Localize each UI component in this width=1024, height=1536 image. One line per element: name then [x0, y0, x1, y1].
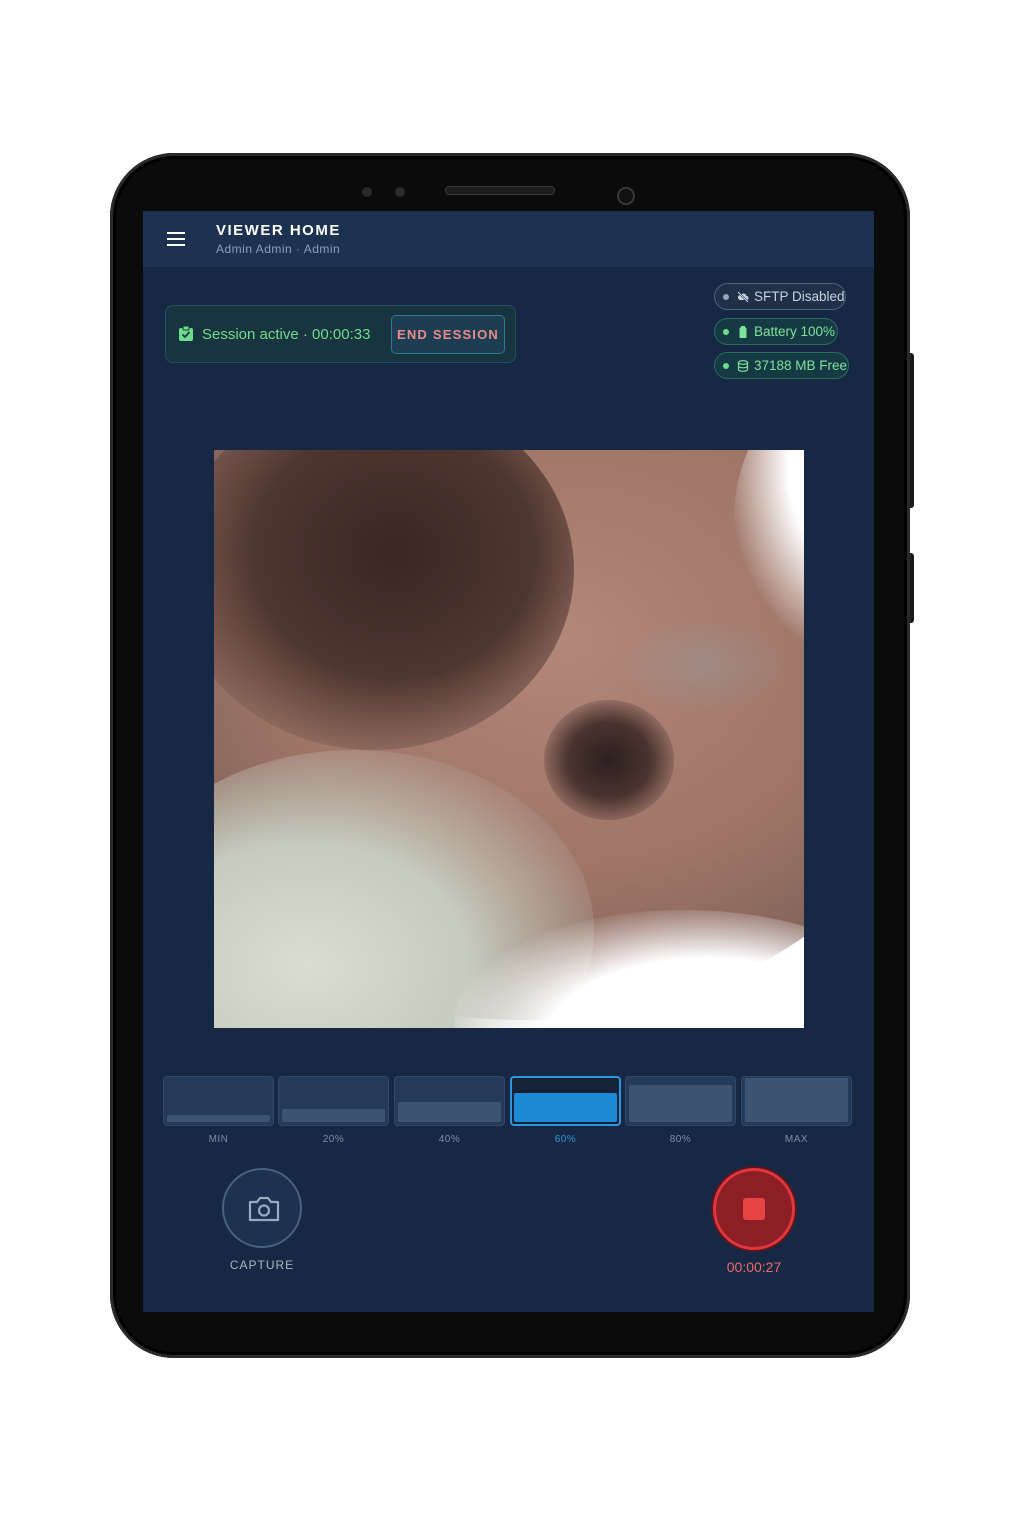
level-label: 80%	[669, 1134, 692, 1145]
storage-status-badge: 37188 MB Free	[714, 352, 849, 379]
battery-status-badge: Battery 100%	[714, 318, 838, 345]
status-dot	[723, 362, 729, 369]
sftp-status-badge: SFTP Disabled	[714, 283, 846, 310]
database-icon	[737, 359, 749, 372]
cloud-off-icon	[737, 290, 749, 303]
level-fill	[514, 1093, 617, 1122]
sensor-dot	[362, 187, 372, 197]
power-button	[910, 553, 914, 623]
battery-icon	[739, 325, 747, 338]
level-fill	[398, 1102, 501, 1122]
level-60-button[interactable]	[510, 1076, 621, 1126]
top-app-bar: VIEWER HOME Admin Admin · Admin	[143, 211, 874, 267]
level-label: MIN	[208, 1134, 229, 1145]
capture-button[interactable]	[222, 1168, 302, 1248]
level-min-button[interactable]	[163, 1076, 274, 1126]
live-video-feed	[214, 450, 804, 1028]
user-subtitle: Admin Admin · Admin	[216, 242, 341, 256]
status-dot	[723, 328, 729, 335]
sftp-status-text: SFTP Disabled	[754, 289, 845, 304]
storage-status-text: 37188 MB Free	[754, 358, 848, 373]
level-fill	[629, 1085, 732, 1122]
level-label: 20%	[322, 1134, 345, 1145]
end-session-button[interactable]: END SESSION	[391, 315, 505, 354]
level-label: MAX	[784, 1134, 809, 1145]
battery-status-text: Battery 100%	[754, 324, 836, 339]
camera-icon	[248, 1196, 280, 1222]
session-status-text: Session active · 00:00:33	[202, 326, 371, 343]
earpiece-speaker	[445, 186, 555, 195]
level-20-button[interactable]	[278, 1076, 389, 1126]
stop-icon	[743, 1198, 765, 1220]
level-fill	[745, 1078, 848, 1122]
level-80-button[interactable]	[625, 1076, 736, 1126]
level-40-button[interactable]	[394, 1076, 505, 1126]
level-fill	[282, 1109, 385, 1122]
status-dot	[723, 293, 729, 300]
sensor-dot	[395, 187, 405, 197]
stop-recording-button[interactable]	[713, 1168, 795, 1250]
hamburger-menu-icon[interactable]	[167, 232, 185, 246]
level-fill	[167, 1115, 270, 1122]
brightness-selector: MIN 20% 40% 60% 80% MAX	[163, 1076, 853, 1156]
recording-timer: 00:00:27	[726, 1259, 782, 1275]
capture-label: CAPTURE	[229, 1258, 295, 1272]
level-max-button[interactable]	[741, 1076, 852, 1126]
page-title: VIEWER HOME	[216, 222, 341, 239]
session-banner: Session active · 00:00:33 END SESSION	[165, 305, 516, 363]
volume-button	[910, 353, 914, 508]
clipboard-check-icon	[179, 326, 193, 341]
level-label: 40%	[438, 1134, 461, 1145]
level-label: 60%	[554, 1134, 577, 1145]
app-screen: VIEWER HOME Admin Admin · Admin Session …	[143, 211, 874, 1312]
front-camera	[617, 187, 635, 205]
